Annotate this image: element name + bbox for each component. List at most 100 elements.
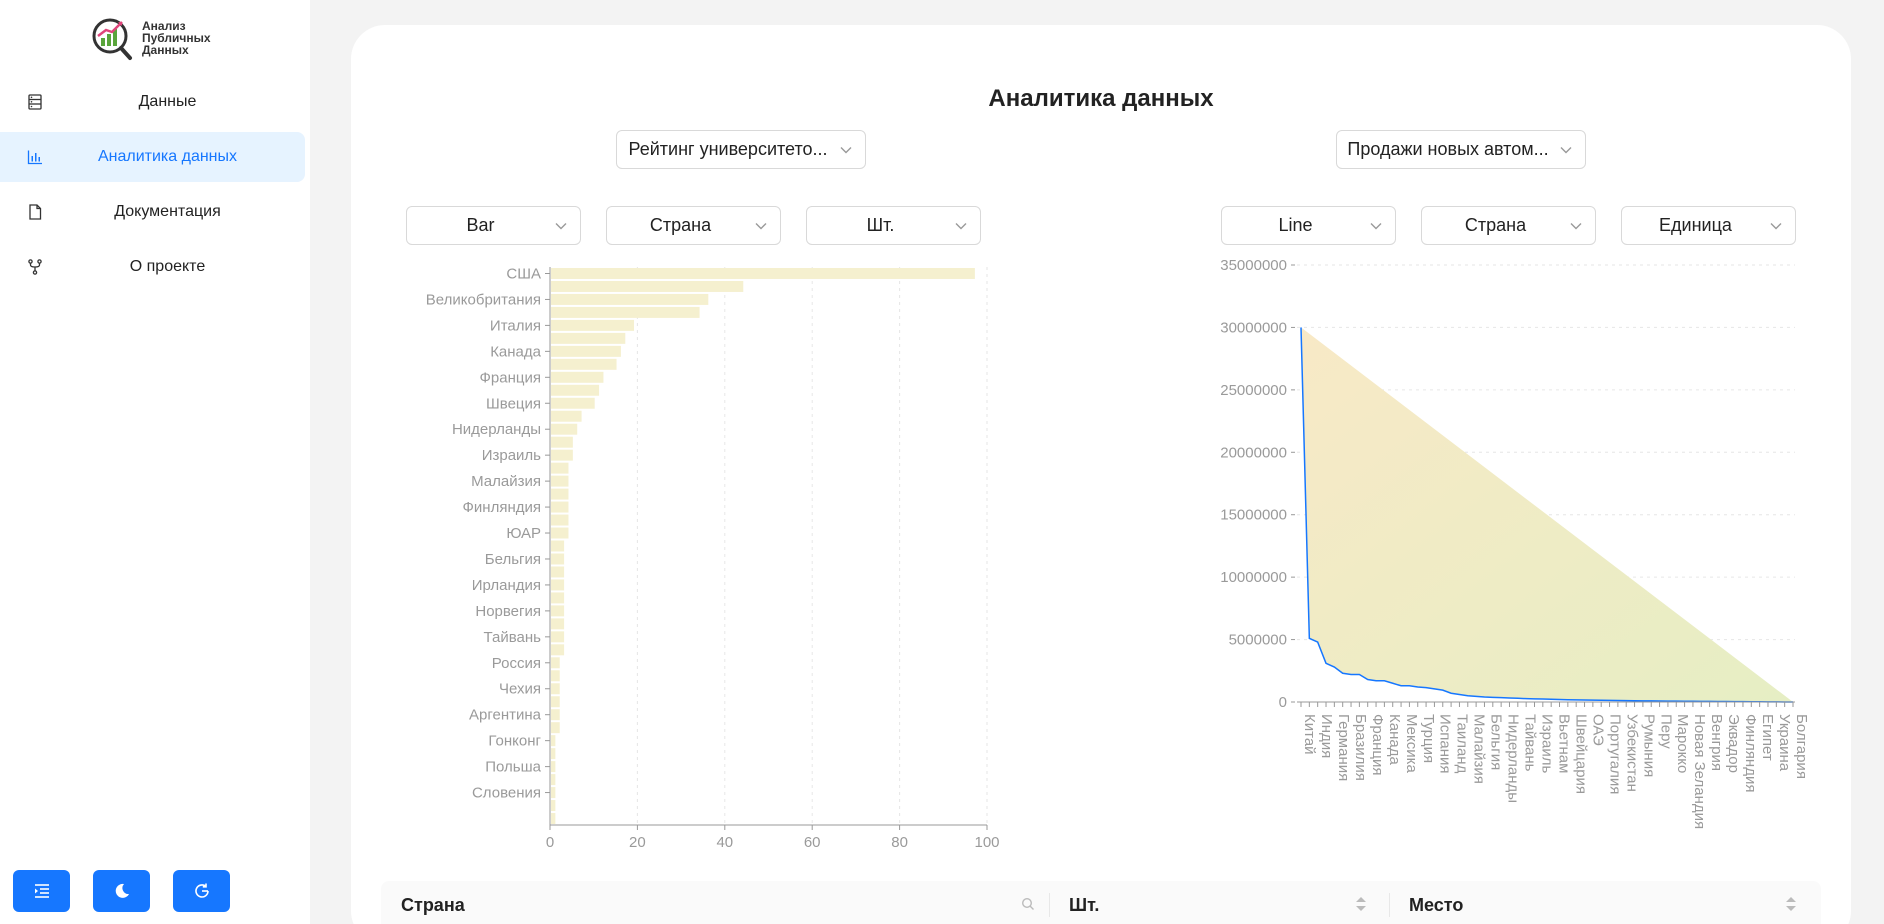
x-tick-label: 60	[804, 834, 821, 851]
y-tick-label: Ирландия	[472, 577, 541, 594]
bar	[551, 644, 565, 656]
chevron-down-icon	[1370, 222, 1382, 229]
left-chart-type-value: Bar	[466, 215, 495, 235]
y-tick-label: Великобритания	[426, 291, 541, 308]
x-tick-label: Франция	[1369, 714, 1386, 775]
collapse-menu-button[interactable]	[13, 870, 70, 912]
sidebar-item-label: О проекте	[129, 258, 206, 275]
y-tick-label: Финляндия	[463, 499, 541, 516]
sidebar-item-about[interactable]: О проекте	[0, 242, 305, 292]
y-tick-label: 15000000	[1220, 507, 1287, 524]
bar	[551, 631, 565, 643]
car-sales-area-chart[interactable]: 0 5000000 10000000 15000000 20000000 25000000…	[1195, 255, 1825, 855]
bar	[551, 540, 565, 552]
bar	[551, 566, 565, 578]
sidebar-item-analytics[interactable]: Аналитика данных	[0, 132, 305, 182]
x-tick-label: Болгария	[1793, 714, 1810, 779]
bar	[551, 410, 582, 422]
y-tick-label: Польша	[485, 759, 541, 776]
chevron-down-icon	[840, 146, 852, 153]
y-tick-label: 25000000	[1220, 382, 1287, 399]
left-group-select[interactable]: Страна	[606, 206, 781, 245]
y-tick-label: Аргентина	[469, 707, 542, 724]
database-icon	[28, 94, 42, 110]
right-dataset-select[interactable]: Продажи новых автом...	[1336, 130, 1586, 169]
sidebar-actions	[13, 870, 230, 912]
x-tick-label: ОАЭ	[1589, 714, 1606, 746]
fork-icon	[28, 259, 42, 275]
bar	[551, 579, 565, 591]
sidebar-item-data[interactable]: Данные	[0, 77, 305, 127]
column-divider	[1389, 893, 1390, 917]
left-dataset-select[interactable]: Рейтинг университето...	[616, 130, 866, 169]
bar	[551, 436, 573, 448]
x-tick-label: Тайвань	[1522, 714, 1539, 772]
y-tick-label: Бельгия	[485, 551, 541, 568]
x-tick-label: 100	[974, 834, 999, 851]
bar	[551, 462, 569, 474]
bar	[551, 371, 604, 383]
x-tick-label: Египет	[1759, 714, 1776, 761]
x-tick-label: Швейцария	[1572, 714, 1589, 794]
column-header-country[interactable]: Страна	[401, 895, 465, 916]
y-tick-label: 35000000	[1220, 257, 1287, 274]
bar	[551, 527, 569, 539]
sidebar: Анализ Публичных Данных Данные Аналитика…	[0, 0, 310, 924]
sidebar-nav: Данные Аналитика данных Документация О п…	[0, 77, 310, 297]
column-header-rank[interactable]: Место	[1409, 895, 1463, 916]
y-tick-label: Нидерланды	[452, 421, 541, 438]
right-group-select[interactable]: Страна	[1421, 206, 1596, 245]
x-tick-label: Испания	[1437, 714, 1454, 774]
y-tick-label: 10000000	[1220, 569, 1287, 586]
y-tick-label: 30000000	[1220, 319, 1287, 336]
app-logo[interactable]: Анализ Публичных Данных	[90, 14, 230, 62]
right-unit-select[interactable]: Единица	[1621, 206, 1796, 245]
y-tick-label: Россия	[492, 655, 541, 672]
right-unit-value: Единица	[1659, 215, 1732, 235]
y-tick-label: Словения	[472, 785, 541, 802]
x-tick-label: Венгрия	[1708, 714, 1725, 771]
x-tick-label: Таиланд	[1454, 714, 1471, 774]
left-unit-select[interactable]: Шт.	[806, 206, 981, 245]
y-tick-label: Канада	[490, 343, 541, 360]
bar	[551, 709, 560, 721]
bar	[551, 501, 569, 513]
chevron-down-icon	[755, 222, 767, 229]
y-tick-label: Малайзия	[471, 473, 541, 490]
bar	[551, 384, 600, 396]
data-table-header: Страна Шт. Место	[381, 881, 1821, 924]
sort-icon[interactable]	[1785, 895, 1797, 913]
x-tick-label: Китай	[1301, 714, 1318, 755]
right-chart-type-select[interactable]: Line	[1221, 206, 1396, 245]
x-tick-label: 80	[891, 834, 908, 851]
bar	[551, 268, 975, 279]
right-dataset-select-value: Продажи новых автом...	[1347, 139, 1549, 159]
logo-text: Анализ Публичных Данных	[142, 19, 211, 57]
bar	[551, 423, 578, 435]
x-tick-label: Эквадор	[1725, 714, 1742, 773]
bar	[551, 787, 556, 799]
sidebar-item-docs[interactable]: Документация	[0, 187, 305, 237]
sort-icon[interactable]	[1355, 895, 1367, 913]
bar-chart-icon	[27, 150, 42, 165]
bar	[551, 475, 569, 487]
x-tick-label: Перу	[1657, 714, 1674, 749]
left-chart-type-select[interactable]: Bar	[406, 206, 581, 245]
y-tick-label: Швеция	[486, 395, 541, 412]
dark-mode-button[interactable]	[93, 870, 150, 912]
x-tick-label: Бразилия	[1352, 714, 1369, 781]
x-tick-label: Бельгия	[1488, 714, 1505, 770]
x-tick-label: 0	[546, 834, 554, 851]
refresh-button[interactable]	[173, 870, 230, 912]
column-header-count[interactable]: Шт.	[1069, 895, 1099, 916]
right-chart-type-value: Line	[1278, 215, 1313, 235]
x-tick-label: Германия	[1335, 714, 1352, 781]
bar	[551, 735, 556, 747]
bar	[551, 280, 744, 292]
university-bar-chart[interactable]: 0 20 40 60 80 100 США Великобритания Италия Канад…	[400, 255, 1020, 855]
search-icon[interactable]	[1021, 897, 1035, 911]
bar	[551, 553, 565, 565]
x-tick-label: Марокко	[1674, 714, 1691, 773]
x-tick-label: Израиль	[1539, 714, 1556, 773]
y-tick-label: Тайвань	[484, 629, 542, 646]
